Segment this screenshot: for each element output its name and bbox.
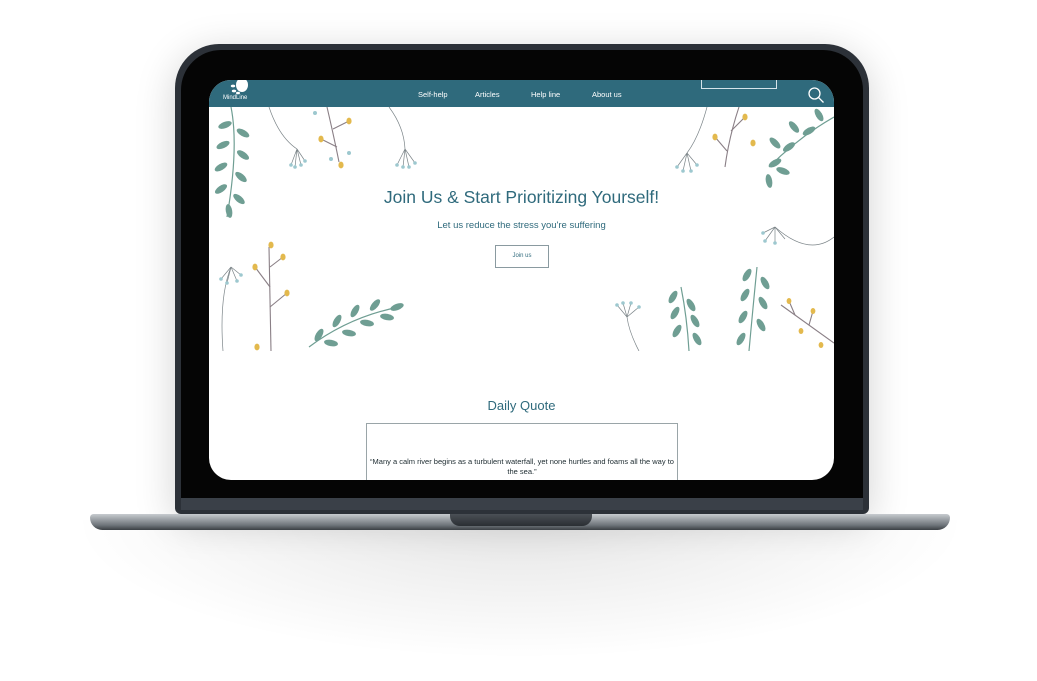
hero-section: Join Us & Start Prioritizing Yourself! L…	[209, 107, 834, 351]
daily-quote-heading: Daily Quote	[487, 398, 556, 413]
hero-title: Join Us & Start Prioritizing Yourself!	[383, 187, 660, 207]
logo-text: MindLine	[223, 95, 248, 101]
navbar: MindLine Self-help Articles Help line Ab…	[209, 80, 834, 107]
nav-item-about-us[interactable]: About us	[592, 90, 622, 99]
nav-item-articles[interactable]: Articles	[475, 90, 500, 99]
quote-card: “Many a calm river begins as a turbulent…	[366, 423, 678, 480]
nav-item-help-line[interactable]: Help line	[531, 90, 560, 99]
leaf-logo-icon	[230, 80, 248, 95]
laptop-screen: MindLine Self-help Articles Help line Ab…	[209, 80, 834, 480]
hero-subtitle: Let us reduce the stress you're sufferin…	[437, 220, 606, 231]
quote-text: “Many a calm river begins as a turbulent…	[370, 457, 674, 476]
nav-item-self-help[interactable]: Self-help	[418, 90, 448, 99]
bezel-bottom	[181, 498, 863, 510]
laptop-shadow	[70, 520, 970, 660]
laptop-notch	[450, 514, 592, 526]
join-us-button[interactable]: Join us	[495, 245, 549, 268]
nav-outline-box[interactable]	[701, 80, 777, 89]
logo[interactable]: MindLine	[221, 80, 261, 107]
search-icon[interactable]	[807, 86, 825, 104]
